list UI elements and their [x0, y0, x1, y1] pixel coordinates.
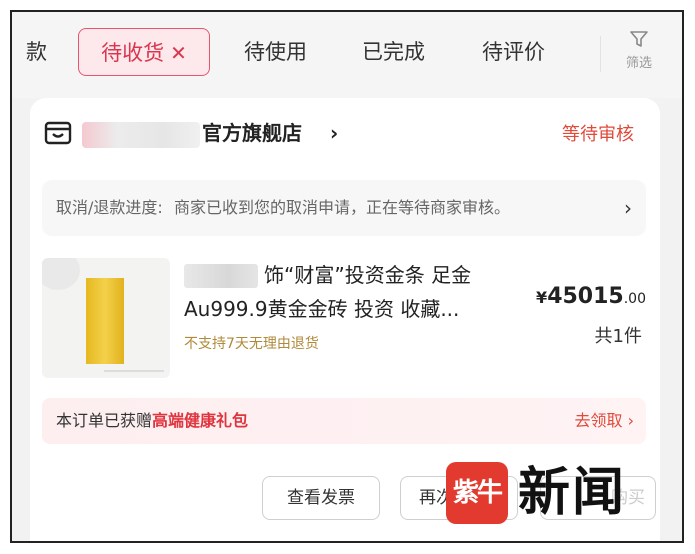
- store-name[interactable]: 官方旗舰店: [202, 118, 302, 148]
- redacted-store-prefix: [82, 122, 200, 148]
- product-title-line1: 饰“财富”投资金条 足金: [264, 263, 472, 287]
- product-title-line2: Au999.9黄金金砖 投资 收藏...: [184, 297, 460, 321]
- claim-gift-link[interactable]: 去领取 ›: [575, 398, 635, 444]
- gold-bar-image: [86, 278, 124, 364]
- close-icon[interactable]: ✕: [170, 41, 187, 65]
- news-watermark: 紫牛 新闻: [446, 462, 646, 526]
- product-quantity: 共1件: [594, 326, 642, 347]
- gift-highlight: 高端健康礼包: [152, 411, 249, 430]
- view-invoice-button[interactable]: 查看发票: [262, 476, 380, 520]
- redacted-brand: [184, 264, 258, 288]
- progress-text: 商家已收到您的取消申请，正在等待商家审核。: [174, 198, 511, 217]
- divider: [600, 36, 601, 72]
- watermark-text: 新闻: [518, 462, 627, 523]
- store-icon: [44, 121, 72, 145]
- chevron-right-icon: ›: [624, 196, 632, 220]
- product-price: ¥45015.00: [536, 284, 646, 309]
- progress-label: 取消/退款进度:: [56, 198, 163, 217]
- store-row[interactable]: 官方旗舰店 › 等待审核: [44, 118, 644, 148]
- gift-banner[interactable]: 本订单已获赠高端健康礼包 去领取 ›: [42, 398, 646, 444]
- image-shadow: [104, 370, 164, 372]
- tab-label: 待收货: [101, 41, 165, 65]
- price-integer: 45015: [547, 284, 624, 309]
- screenshot-frame: 款 待收货 ✕ 待使用 已完成 待评价 筛选 官方旗舰店 › 等待审核 取消/退…: [10, 10, 684, 543]
- tab-partial[interactable]: 款: [26, 28, 56, 76]
- tab-to-review[interactable]: 待评价: [482, 28, 545, 76]
- refund-progress-banner[interactable]: 取消/退款进度: 商家已收到您的取消申请，正在等待商家审核。 ›: [42, 180, 646, 236]
- order-status: 等待审核: [562, 124, 634, 145]
- tab-to-use[interactable]: 待使用: [244, 28, 307, 76]
- filter-icon: [630, 31, 648, 47]
- gift-text: 本订单已获赠高端健康礼包: [56, 398, 248, 444]
- chevron-right-icon: ›: [330, 121, 339, 145]
- watermark-badge: 紫牛: [446, 462, 508, 524]
- filter-label: 筛选: [625, 56, 652, 71]
- product-item[interactable]: 饰“财富”投资金条 足金 Au999.9黄金金砖 投资 收藏... 不支持7天无…: [42, 258, 646, 378]
- price-currency: ¥: [536, 288, 548, 307]
- image-artifact: [42, 258, 80, 290]
- return-policy-note: 不支持7天无理由退货: [184, 336, 319, 352]
- product-image: [42, 258, 170, 378]
- price-decimal: .00: [623, 291, 646, 307]
- tab-pending-receipt[interactable]: 待收货 ✕: [78, 28, 210, 76]
- gift-prefix: 本订单已获赠: [56, 411, 153, 430]
- tab-completed[interactable]: 已完成: [362, 28, 425, 76]
- order-tabs: 款 待收货 ✕ 待使用 已完成 待评价 筛选: [12, 12, 682, 98]
- filter-button[interactable]: 筛选: [616, 28, 662, 71]
